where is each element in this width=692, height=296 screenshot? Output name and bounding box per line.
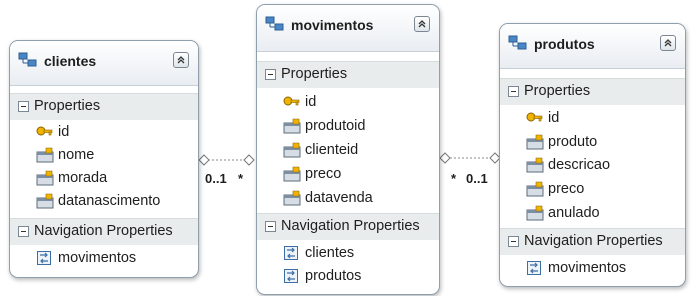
property-name: preco: [548, 181, 585, 197]
property-row[interactable]: datanascimento: [10, 190, 198, 213]
connector-end-diamond: [198, 154, 210, 166]
property-icon: [526, 134, 544, 150]
navigation-property-icon: [37, 251, 51, 265]
section-label: Properties: [524, 83, 591, 99]
section-label: Navigation Properties: [524, 233, 663, 249]
entity-movimentos[interactable]: movimentos Properties id produtoid clien…: [256, 4, 440, 295]
entity-header[interactable]: produtos: [500, 24, 685, 69]
collapse-section-icon[interactable]: [508, 236, 519, 247]
navigation-property-icon: [284, 246, 298, 260]
property-row[interactable]: clienteid: [257, 139, 439, 162]
property-row[interactable]: preco: [257, 163, 439, 186]
property-row[interactable]: morada: [10, 167, 198, 190]
property-row[interactable]: produtoid: [257, 115, 439, 138]
entity-header[interactable]: clientes: [10, 41, 198, 86]
navigation-property-icon: [284, 269, 298, 283]
multiplicity-label: *: [238, 171, 244, 186]
association-clientes-movimentos[interactable]: [198, 154, 255, 166]
property-row[interactable]: id: [257, 91, 439, 114]
collapse-section-icon[interactable]: [18, 226, 29, 237]
key-property-icon: [526, 110, 544, 126]
collapse-section-icon[interactable]: [508, 86, 519, 97]
property-name: datavenda: [305, 190, 373, 206]
key-property-icon: [36, 124, 54, 140]
collapse-icon[interactable]: [173, 52, 189, 68]
property-name: produto: [548, 134, 598, 150]
key-property-icon: [283, 94, 301, 110]
property-name: nome: [58, 147, 95, 163]
connector-end-diamond: [243, 154, 255, 166]
property-icon: [526, 157, 544, 173]
properties-section-header[interactable]: Properties: [500, 78, 685, 105]
entity-icon: [265, 15, 285, 33]
collapse-section-icon[interactable]: [265, 221, 276, 232]
property-icon: [36, 147, 54, 163]
collapse-icon[interactable]: [414, 16, 430, 32]
property-icon: [283, 190, 301, 206]
property-row[interactable]: produto: [500, 131, 685, 154]
property-name: produtoid: [305, 118, 366, 134]
property-name: clienteid: [305, 142, 359, 158]
property-icon: [283, 166, 301, 182]
property-name: id: [305, 94, 317, 110]
entity-title: movimentos: [291, 17, 374, 33]
section-label: Navigation Properties: [281, 218, 420, 234]
property-row[interactable]: id: [500, 107, 685, 130]
section-label: Properties: [281, 66, 348, 82]
navigation-property-name: clientes: [305, 245, 355, 261]
collapse-section-icon[interactable]: [18, 101, 29, 112]
property-icon: [526, 205, 544, 221]
property-row[interactable]: id: [10, 121, 198, 144]
property-name: descricao: [548, 157, 611, 173]
entity-title: clientes: [44, 53, 97, 69]
navigation-property-name: movimentos: [548, 260, 627, 276]
property-icon: [283, 118, 301, 134]
navigation-section-header[interactable]: Navigation Properties: [10, 218, 198, 245]
property-icon: [283, 142, 301, 158]
navigation-property-name: movimentos: [58, 250, 137, 266]
entity-clientes[interactable]: clientes Properties id nome morada datan…: [9, 40, 199, 278]
collapse-section-icon[interactable]: [265, 69, 276, 80]
navigation-property-row[interactable]: movimentos: [10, 247, 198, 270]
property-row[interactable]: datavenda: [257, 187, 439, 210]
property-name: datanascimento: [58, 193, 161, 209]
properties-section-header[interactable]: Properties: [10, 93, 198, 120]
property-name: id: [548, 110, 560, 126]
navigation-property-name: produtos: [305, 268, 362, 284]
properties-section-header[interactable]: Properties: [257, 61, 439, 88]
entity-produtos[interactable]: produtos Properties id produto descricao…: [499, 23, 686, 287]
property-icon: [36, 170, 54, 186]
navigation-property-icon: [527, 261, 541, 275]
collapse-icon[interactable]: [660, 35, 676, 51]
section-label: Navigation Properties: [34, 223, 173, 239]
entity-header[interactable]: movimentos: [257, 5, 439, 52]
multiplicity-label: 0..1: [466, 171, 488, 186]
entity-icon: [508, 34, 528, 52]
entity-icon: [18, 51, 38, 69]
property-row[interactable]: descricao: [500, 154, 685, 177]
connector-end-diamond: [439, 152, 451, 164]
navigation-property-row[interactable]: produtos: [257, 265, 439, 288]
property-row[interactable]: anulado: [500, 202, 685, 225]
navigation-property-row[interactable]: movimentos: [500, 257, 685, 280]
association-movimentos-produtos[interactable]: [439, 152, 501, 164]
navigation-property-row[interactable]: clientes: [257, 242, 439, 265]
property-row[interactable]: nome: [10, 144, 198, 167]
navigation-section-header[interactable]: Navigation Properties: [257, 213, 439, 240]
property-name: anulado: [548, 205, 600, 221]
multiplicity-label: 0..1: [205, 171, 227, 186]
property-name: morada: [58, 170, 108, 186]
property-name: id: [58, 124, 70, 140]
property-icon: [526, 181, 544, 197]
multiplicity-label: *: [451, 171, 457, 186]
property-icon: [36, 193, 54, 209]
section-label: Properties: [34, 98, 101, 114]
property-row[interactable]: preco: [500, 178, 685, 201]
navigation-section-header[interactable]: Navigation Properties: [500, 228, 685, 255]
property-name: preco: [305, 166, 342, 182]
entity-title: produtos: [534, 36, 595, 52]
